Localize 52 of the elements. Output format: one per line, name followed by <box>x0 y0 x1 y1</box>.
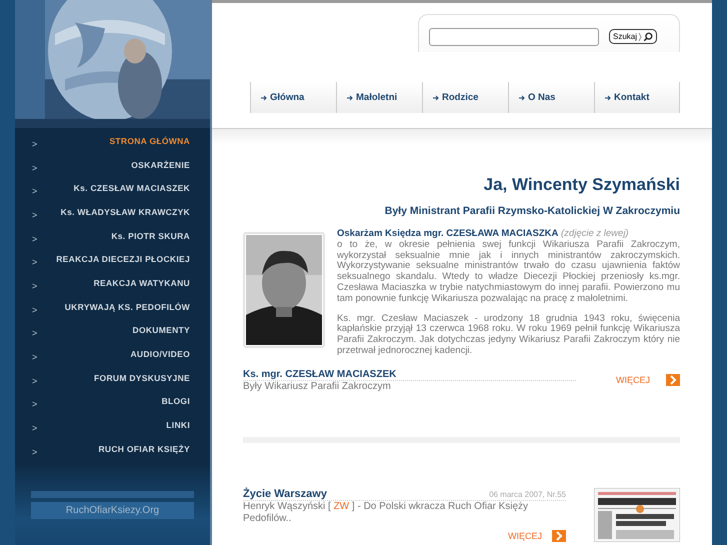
sidebar-menu-item[interactable]: Ks. CZESŁAW MACIASZEK <box>74 183 190 194</box>
sidebar-menu-item[interactable]: FORUM DYSKUSYJNE <box>94 372 190 383</box>
sidebar-menu-item[interactable]: REAKCJA DIECEZJI PŁOCKIEJ <box>56 254 190 264</box>
chevron-marker: > <box>32 376 38 386</box>
chevron-marker: > <box>32 352 38 362</box>
chevron-marker: > <box>32 399 38 410</box>
sidebar-menu-item[interactable]: STRONA GŁÓWNA <box>109 136 190 146</box>
nav-tab[interactable]: Kontakt <box>594 82 680 113</box>
chevron-marker: > <box>32 234 38 244</box>
sidebar-menu-item[interactable]: Ks. WŁADYSŁAW KRAWCZYK <box>60 206 190 217</box>
sidebar-menu-item[interactable]: RUCH OFIAR KSIĘŻY <box>98 444 190 454</box>
accusation-heading: Oskarżam Księdza mgr. CZESŁAWA MACIASZKA (zdjęcie z lewej) <box>337 229 630 240</box>
arrow-icon <box>433 94 439 100</box>
news-date: 06 marca 2007, Nr.55 <box>489 490 566 499</box>
sidebar-menu-item[interactable]: DOKUMENTY <box>132 325 190 336</box>
chevron-marker: > <box>32 446 38 457</box>
sidebar-menu-item[interactable]: AUDIO/VIDEO <box>130 349 190 360</box>
nav-tab[interactable]: Małoletni <box>336 82 422 113</box>
chevron-marker: > <box>32 304 38 315</box>
article-title: Ja, Wincenty Szymański <box>482 175 680 195</box>
chevron-marker: > <box>32 328 38 338</box>
search-icon <box>643 32 654 42</box>
sidebar-menu-item[interactable]: REAKCJA WATYKANU <box>94 278 190 288</box>
sidebar-menu-item[interactable]: Ks. PIOTR SKURA <box>111 230 190 241</box>
arrow-icon <box>261 94 267 100</box>
nav-tab[interactable]: O Nas <box>508 82 594 113</box>
search-field[interactable] <box>429 28 599 46</box>
news-summary: Henryk Wąszyński [ ZW ] - Do Polski wkracza Ruch Ofiar Księży Pedofilów.. <box>243 500 528 524</box>
sidebar-menu-item[interactable]: LINKI <box>166 420 190 430</box>
article-subtitle: Były Ministrant Parafii Rzymsko-Katolickiej W Zakroczymiu <box>384 205 680 217</box>
nav-tab[interactable]: Rodzice <box>422 82 508 113</box>
chevron-marker: > <box>32 162 38 173</box>
chevron-marker: > <box>32 257 38 268</box>
news-source-link[interactable]: Życie Warszawy <box>243 488 327 500</box>
chevron-marker: > <box>32 186 38 196</box>
chevron-marker: > <box>32 138 38 149</box>
chevron-marker: > <box>32 423 38 434</box>
sidebar-menu-item[interactable]: OSKARŻENIE <box>131 160 190 170</box>
arrow-icon <box>605 94 611 100</box>
chevron-marker: > <box>32 280 38 291</box>
priest-role: Były Wikariusz Parafii Zakroczym <box>243 380 392 392</box>
sidebar-menu-item[interactable]: BLOGI <box>162 396 190 406</box>
article-paragraph: Ks. mgr. Czesław Maciaszek - urodzony 18 grudnia 1943 roku, święcenia kapłańskie przyjął 13 czerwca 1968 roku. W roku 1969 pełnił funkcję Wikariusza Parafii Zakroczym. Jak dotychczas jedyny Wikariusz Parafii Zakroczym który nie przetrwał jednorocznej kadencji. <box>337 314 680 357</box>
chevron-marker: > <box>32 210 38 220</box>
nav-tab[interactable]: Główna <box>250 82 336 113</box>
chevron-icon <box>638 32 642 42</box>
article-paragraph: o to że, w okresie pełnienia swej funkcji Wikariusza Parafii Zakroczym, wykorzystał seksualnie mnie jak i innych ministrantów zakroczymskich. Wykorzystywanie seksualne ministrantów trwało do czasu ujawnienia faktów seksualnego skandalu. Wtedy to władze Diecezji Płockiej przeniosły ks.mgr. Czesława Maciaszka w trybie natychmiastowym do innej parafii. Powierzono mu tam ponownie funkcję Wikariusza pozwalając na pracę z małoletnimi. <box>337 240 680 305</box>
priest-name-link[interactable]: Ks. mgr. CZESŁAW MACIASZEK <box>243 368 576 381</box>
search-button[interactable]: Szukaj <box>609 29 658 44</box>
sidebar-menu-item[interactable]: UKRYWAJĄ KS. PEDOFILÓW <box>64 302 190 312</box>
arrow-icon <box>519 94 525 100</box>
arrow-icon <box>347 94 353 100</box>
